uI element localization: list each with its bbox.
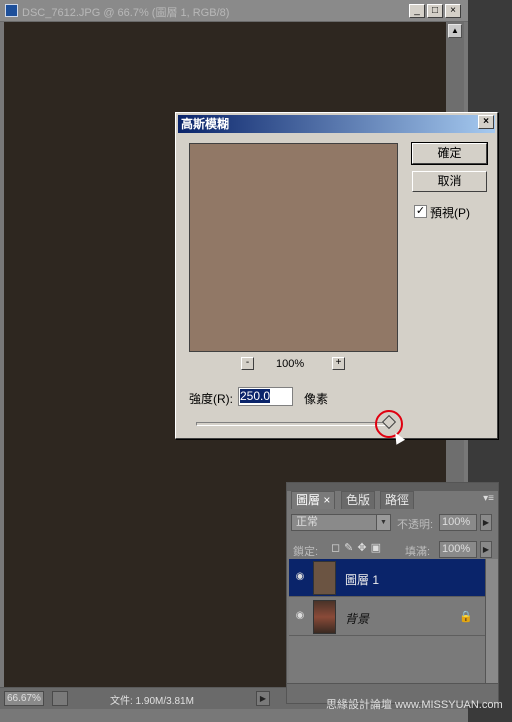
preview-checkbox[interactable]: ✓ (414, 205, 427, 218)
eye-icon[interactable]: ◉ (293, 572, 307, 582)
unit-label: 像素 (304, 392, 329, 406)
chevron-down-icon[interactable]: ▼ (376, 515, 390, 530)
gaussian-blur-dialog: 高斯模糊 × - 100% + 確定 取消 ✓ 預視(P) 強度(R): 250… (175, 112, 498, 445)
preview-zoom-level: 100% (276, 358, 305, 370)
blend-mode-select[interactable]: 正常 ▼ (291, 514, 391, 531)
preview-checkbox-label: 預視(P) (430, 206, 470, 220)
layer-name: 圖層 1 (345, 573, 380, 587)
layer-name: 背景 (345, 612, 370, 626)
lock-icon: 🔒 (459, 611, 473, 623)
status-menu-arrow-icon[interactable]: ▶ (256, 691, 270, 706)
layer-list: ◉ 圖層 1 ◉ 背景 🔒 (289, 559, 485, 683)
radius-slider-track[interactable] (196, 422, 389, 426)
opacity-arrow-icon[interactable]: ▶ (480, 514, 492, 531)
eye-icon[interactable]: ◉ (293, 611, 307, 621)
document-title: DSC_7612.JPG @ 66.7% (圖層 1, RGB/8) (22, 7, 230, 19)
layer-thumbnail (313, 600, 336, 634)
zoom-field[interactable]: 66.67% (4, 691, 44, 706)
ok-button[interactable]: 確定 (411, 142, 488, 165)
panel-grip[interactable] (287, 483, 498, 491)
dialog-titlebar[interactable]: 高斯模糊 (178, 115, 495, 133)
layer-row-layer1[interactable]: ◉ 圖層 1 (289, 559, 485, 597)
minimize-button[interactable]: _ (409, 4, 425, 18)
layers-scrollbar[interactable] (485, 559, 498, 683)
opacity-label: 不透明: (397, 519, 434, 531)
fill-label: 填滿: (405, 546, 431, 558)
close-button[interactable]: × (445, 4, 461, 18)
tab-layers[interactable]: 圖層 × (291, 491, 336, 509)
file-size-info: 文件: 1.90M/3.81M (110, 696, 194, 707)
cancel-button[interactable]: 取消 (412, 171, 487, 192)
panel-menu-icon[interactable]: ▾≡ (483, 493, 494, 504)
radius-value: 250.0 (240, 389, 271, 403)
layers-panel: 圖層 × 色版 路徑 ▾≡ 正常 ▼ 不透明: 100% ▶ 鎖定: ◻✎✥▣ … (286, 482, 499, 704)
maximize-button[interactable]: □ (427, 4, 443, 18)
radius-label: 強度(R): (189, 392, 233, 406)
blur-preview[interactable] (189, 143, 398, 352)
layer-row-background[interactable]: ◉ 背景 🔒 (289, 598, 485, 636)
lock-options-icons[interactable]: ◻✎✥▣ (331, 541, 385, 554)
fill-arrow-icon[interactable]: ▶ (480, 541, 492, 558)
opacity-field[interactable]: 100% (439, 514, 477, 531)
layer-thumbnail (313, 561, 336, 595)
dialog-close-button[interactable]: × (478, 115, 494, 129)
navigator-icon[interactable] (52, 691, 68, 706)
zoom-out-button[interactable]: - (241, 357, 254, 370)
photoshop-app-icon (5, 4, 18, 17)
tab-paths[interactable]: 路徑 (380, 491, 415, 509)
lock-label: 鎖定: (293, 546, 319, 558)
dialog-title: 高斯模糊 (181, 117, 230, 131)
tab-channels[interactable]: 色版 (341, 491, 376, 509)
radius-input[interactable]: 250.0 (238, 387, 293, 406)
watermark-text: 思緣設計論壇 www.MISSYUAN.com (326, 699, 503, 711)
blend-mode-value: 正常 (296, 516, 318, 528)
document-titlebar[interactable]: DSC_7612.JPG @ 66.7% (圖層 1, RGB/8) _ □ × (0, 0, 468, 22)
zoom-in-button[interactable]: + (332, 357, 345, 370)
scroll-up-icon[interactable]: ▲ (448, 24, 462, 38)
fill-field[interactable]: 100% (439, 541, 477, 558)
